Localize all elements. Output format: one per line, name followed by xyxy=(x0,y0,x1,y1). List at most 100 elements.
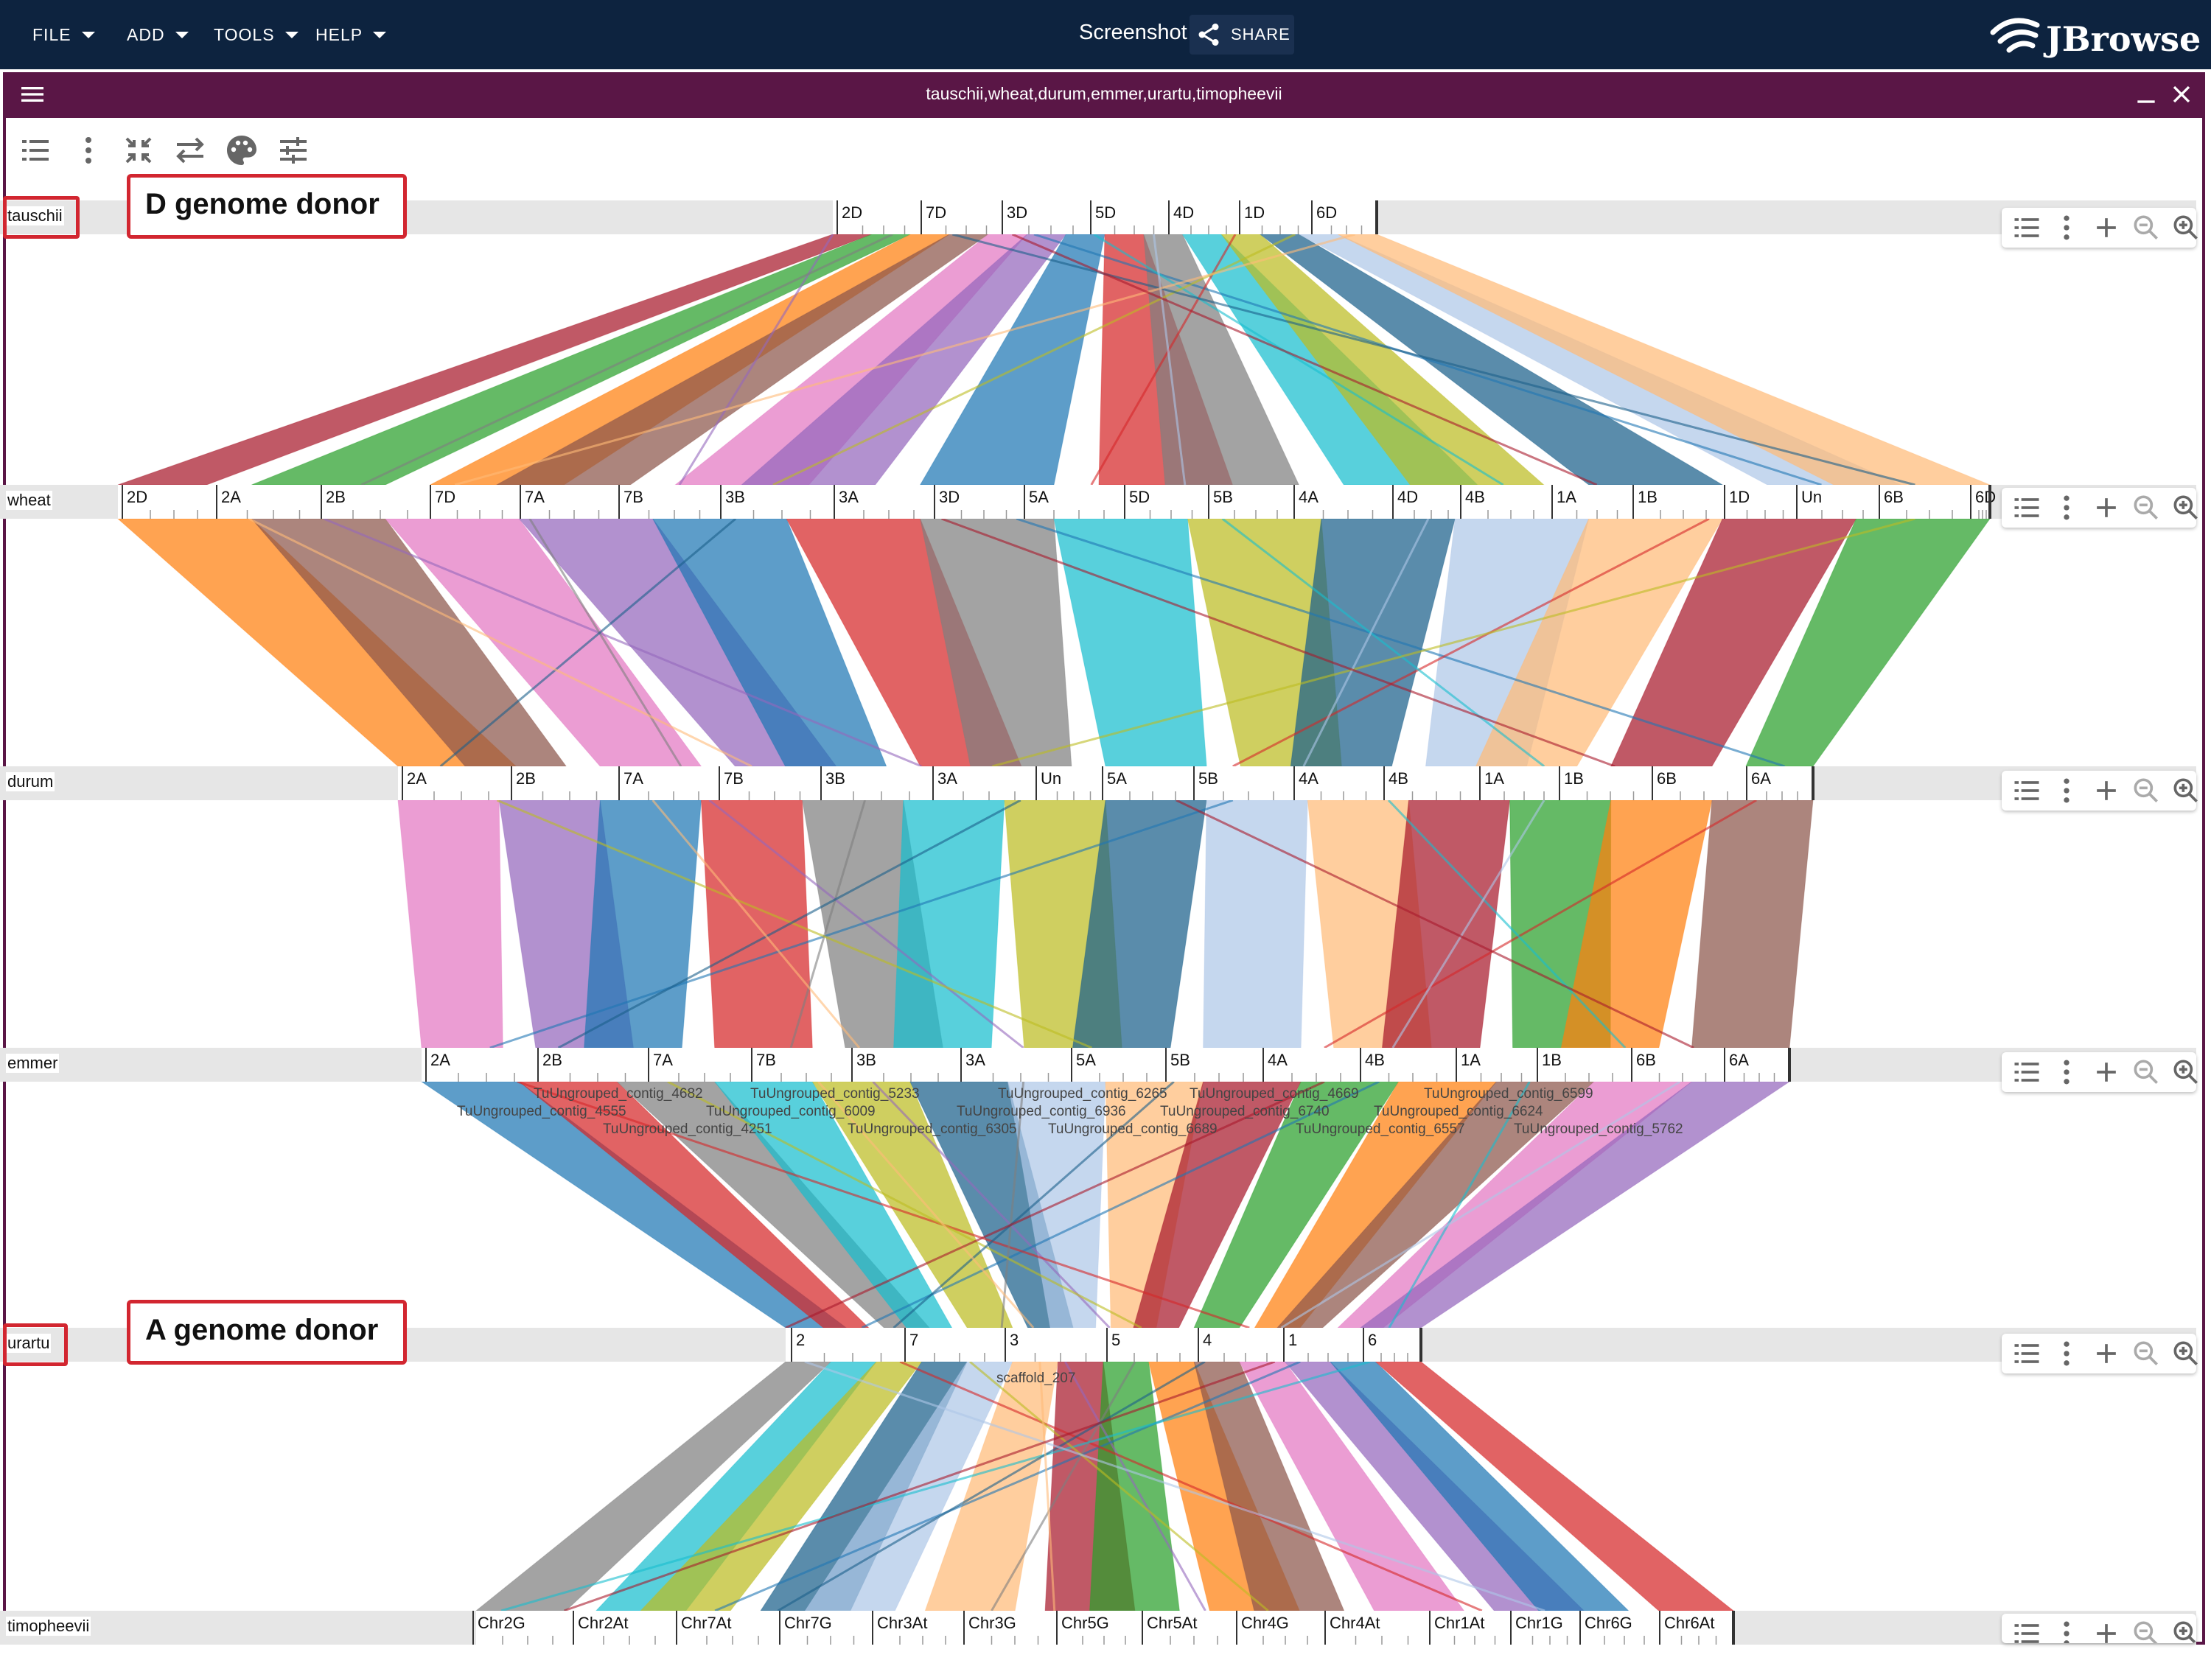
chromosome-label[interactable]: 3A xyxy=(965,1051,985,1069)
chromosome-label[interactable]: 1A xyxy=(1557,488,1576,506)
chromosome-label[interactable]: Chr1G xyxy=(1515,1614,1563,1632)
zoom-out-icon[interactable] xyxy=(2130,211,2162,244)
chromosome-label[interactable]: 3B xyxy=(825,769,845,788)
chromosome-label[interactable]: 3B xyxy=(725,488,745,506)
track-list-icon[interactable] xyxy=(2011,1337,2043,1370)
feature-label[interactable]: TuUngrouped_contig_4555 xyxy=(457,1104,626,1119)
kebab-menu-icon[interactable] xyxy=(2050,491,2083,524)
chromosome-label[interactable]: 1A xyxy=(1484,769,1504,788)
chromosome-label[interactable]: 7 xyxy=(909,1331,918,1349)
feature-label[interactable]: TuUngrouped_contig_6557 xyxy=(1296,1121,1465,1137)
zoom-out-icon[interactable] xyxy=(2130,1617,2162,1643)
feature-label[interactable]: TuUngrouped_contig_4682 xyxy=(534,1086,703,1102)
chromosome-label[interactable]: 1 xyxy=(1288,1331,1297,1349)
zoom-in-icon[interactable] xyxy=(2170,1056,2202,1088)
chromosome-label[interactable]: 5 xyxy=(1111,1331,1120,1349)
chromosome-label[interactable]: 5B xyxy=(1170,1051,1190,1069)
zoom-plus-icon[interactable] xyxy=(2090,491,2123,524)
zoom-plus-icon[interactable] xyxy=(2090,1337,2123,1370)
zoom-in-icon[interactable] xyxy=(2170,1617,2196,1643)
chromosome-label[interactable]: 7B xyxy=(756,1051,776,1069)
chromosome-label[interactable]: 2 xyxy=(796,1331,805,1349)
chromosome-label[interactable]: Chr2At xyxy=(578,1614,628,1632)
feature-label[interactable]: TuUngrouped_contig_6265 xyxy=(998,1086,1167,1102)
feature-label[interactable]: TuUngrouped_contig_6624 xyxy=(1374,1104,1543,1119)
zoom-plus-icon[interactable] xyxy=(2090,1617,2123,1643)
kebab-menu-icon[interactable] xyxy=(2050,1617,2083,1643)
chromosome-label[interactable]: 1B xyxy=(1564,769,1584,788)
chromosome-label[interactable]: Chr3G xyxy=(968,1614,1016,1632)
feature-label[interactable]: TuUngrouped_contig_4251 xyxy=(603,1121,772,1137)
chromosome-label[interactable]: Chr1At xyxy=(1434,1614,1484,1632)
zoom-in-icon[interactable] xyxy=(2170,774,2202,807)
chromosome-label[interactable]: 4B xyxy=(1365,1051,1385,1069)
chromosome-label[interactable]: 2A xyxy=(221,488,241,506)
track-list-icon[interactable] xyxy=(2011,491,2043,524)
chromosome-label[interactable]: 6A xyxy=(1729,1051,1749,1069)
zoom-plus-icon[interactable] xyxy=(2090,774,2123,807)
chromosome-label[interactable]: 3B xyxy=(856,1051,876,1069)
chromosome-label[interactable]: 6B xyxy=(1657,769,1677,788)
chromosome-label[interactable]: 5A xyxy=(1076,1051,1096,1069)
feature-label[interactable]: scaffold_207 xyxy=(996,1371,1075,1386)
chromosome-label[interactable]: Un xyxy=(1801,488,1822,506)
chromosome-label[interactable]: 5B xyxy=(1213,488,1233,506)
zoom-plus-icon[interactable] xyxy=(2090,1056,2123,1088)
feature-label[interactable]: TuUngrouped_contig_6689 xyxy=(1048,1121,1218,1137)
kebab-menu-icon[interactable] xyxy=(2050,774,2083,807)
chromosome-label[interactable]: 2D xyxy=(842,203,862,222)
chromosome-label[interactable]: 4D xyxy=(1397,488,1418,506)
chromosome-label[interactable]: 6B xyxy=(1636,1051,1656,1069)
feature-label[interactable]: TuUngrouped_contig_5233 xyxy=(750,1086,920,1102)
chromosome-label[interactable]: Chr4At xyxy=(1330,1614,1380,1632)
chromosome-label[interactable]: 6D xyxy=(1316,203,1337,222)
chromosome-label[interactable]: 1A xyxy=(1461,1051,1481,1069)
track-list-icon[interactable] xyxy=(2011,774,2043,807)
chromosome-label[interactable]: 4A xyxy=(1299,769,1318,788)
chromosome-label[interactable]: 4B xyxy=(1389,769,1408,788)
zoom-out-icon[interactable] xyxy=(2130,1056,2162,1088)
chromosome-label[interactable]: Chr6G xyxy=(1585,1614,1632,1632)
chromosome-label[interactable]: 7B xyxy=(724,769,744,788)
kebab-menu-icon[interactable] xyxy=(2050,1337,2083,1370)
chromosome-label[interactable]: 1D xyxy=(1729,488,1750,506)
chromosome-label[interactable]: Un xyxy=(1041,769,1061,788)
chromosome-label[interactable]: 1B xyxy=(1638,488,1658,506)
kebab-menu-icon[interactable] xyxy=(2050,211,2083,244)
chromosome-label[interactable]: 4D xyxy=(1173,203,1194,222)
chromosome-label[interactable]: 5A xyxy=(1029,488,1049,506)
chromosome-label[interactable]: 1D xyxy=(1244,203,1265,222)
chromosome-label[interactable]: 5D xyxy=(1129,488,1150,506)
chromosome-label[interactable]: 5A xyxy=(1107,769,1127,788)
chromosome-label[interactable]: 6 xyxy=(1368,1331,1377,1349)
chromosome-label[interactable]: Chr4G xyxy=(1241,1614,1289,1632)
chromosome-label[interactable]: Chr5At xyxy=(1147,1614,1197,1632)
feature-label[interactable]: TuUngrouped_contig_4669 xyxy=(1190,1086,1359,1102)
zoom-out-icon[interactable] xyxy=(2130,774,2162,807)
chromosome-label[interactable]: 7A xyxy=(624,769,643,788)
chromosome-label[interactable]: 2B xyxy=(516,769,536,788)
chromosome-label[interactable]: 7A xyxy=(653,1051,673,1069)
track-list-icon[interactable] xyxy=(2011,1617,2043,1643)
zoom-in-icon[interactable] xyxy=(2170,211,2202,244)
chromosome-label[interactable]: 4A xyxy=(1299,488,1318,506)
feature-label[interactable]: TuUngrouped_contig_6740 xyxy=(1160,1104,1330,1119)
chromosome-label[interactable]: 7A xyxy=(525,488,545,506)
chromosome-label[interactable]: 7D xyxy=(435,488,455,506)
chromosome-label[interactable]: 6B xyxy=(1884,488,1904,506)
chromosome-label[interactable]: 5D xyxy=(1095,203,1116,222)
feature-label[interactable]: TuUngrouped_contig_6305 xyxy=(848,1121,1017,1137)
chromosome-label[interactable]: Chr5G xyxy=(1061,1614,1109,1632)
feature-label[interactable]: TuUngrouped_contig_5762 xyxy=(1514,1121,1683,1137)
feature-label[interactable]: TuUngrouped_contig_6599 xyxy=(1424,1086,1593,1102)
chromosome-label[interactable]: 4A xyxy=(1268,1051,1288,1069)
chromosome-label[interactable]: 2B xyxy=(326,488,346,506)
chromosome-label[interactable]: 7D xyxy=(926,203,946,222)
chromosome-label[interactable]: 4 xyxy=(1203,1331,1212,1349)
chromosome-label[interactable]: 3A xyxy=(937,769,957,788)
chromosome-label[interactable]: Chr6At xyxy=(1664,1614,1714,1632)
chromosome-label[interactable]: 2D xyxy=(127,488,147,506)
chromosome-label[interactable]: Chr7G xyxy=(784,1614,832,1632)
zoom-out-icon[interactable] xyxy=(2130,1337,2162,1370)
zoom-in-icon[interactable] xyxy=(2170,1337,2202,1370)
